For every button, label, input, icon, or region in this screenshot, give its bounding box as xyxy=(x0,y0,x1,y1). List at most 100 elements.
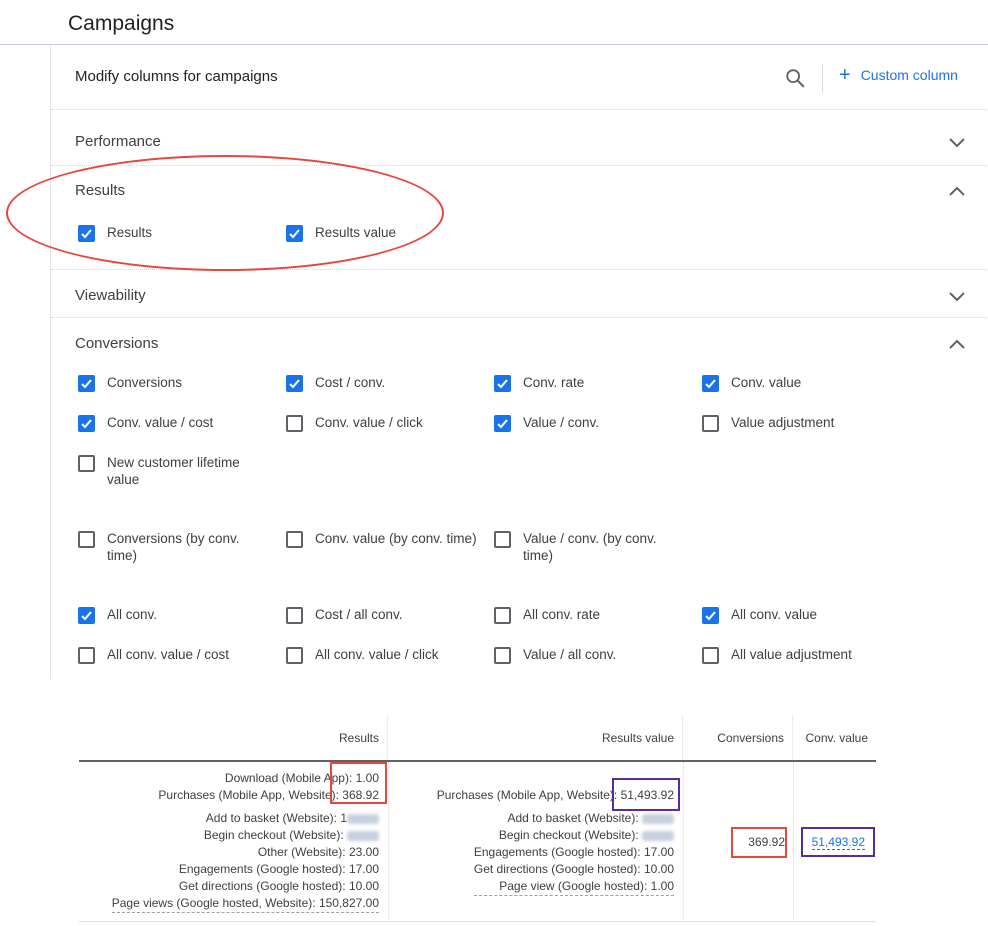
option-label: Conv. value (by conv. time) xyxy=(315,531,477,546)
checkbox-unchecked[interactable] xyxy=(286,415,303,432)
option-conversions-by-conv-time[interactable]: Conversions (by conv. time) xyxy=(78,530,257,564)
option-conv-value-by-conv-time[interactable]: Conv. value (by conv. time) xyxy=(286,530,490,548)
breakdown-line: Add to basket (Website): 1 xyxy=(112,810,379,827)
option-label: Value / conv. (by conv. time) xyxy=(523,531,657,563)
breakdown-label: Purchases (Mobile App, Website): xyxy=(436,788,621,802)
breakdown-value: 23.00 xyxy=(348,845,379,859)
option-all-conv-value[interactable]: All conv. value xyxy=(702,606,817,624)
results-value-cell: Purchases (Mobile App, Website): 51,493.… xyxy=(388,787,674,896)
page-title: Campaigns xyxy=(68,12,175,35)
option-all-conv-rate[interactable]: All conv. rate xyxy=(494,606,600,624)
breakdown-label: Engagements (Google hosted): xyxy=(473,845,644,859)
breakdown-label: Begin checkout (Website): xyxy=(498,828,642,842)
breakdown-value: 51,493.92 xyxy=(620,788,674,802)
breakdown-label: Purchases (Mobile App, Website): xyxy=(158,788,343,802)
section-title-performance: Performance xyxy=(75,133,161,150)
checkbox-unchecked[interactable] xyxy=(286,607,303,624)
conversions-cell: 369.92 xyxy=(683,834,785,851)
section-viewability[interactable]: Viewability xyxy=(51,270,988,318)
column-header-results-value[interactable]: Results value xyxy=(388,716,683,760)
conv-value-cell[interactable]: 51,493.92 xyxy=(793,834,865,851)
breakdown-value: 1.00 xyxy=(355,771,379,785)
checkbox-checked[interactable] xyxy=(286,375,303,392)
option-label: Conversions (by conv. time) xyxy=(107,531,240,563)
option-cost-conv[interactable]: Cost / conv. xyxy=(286,374,385,392)
checkbox-unchecked[interactable] xyxy=(78,455,95,472)
option-label: All conv. value xyxy=(731,607,818,622)
breakdown-value: 368.92 xyxy=(342,788,379,802)
option-label: All conv. xyxy=(107,607,158,622)
checkbox-unchecked[interactable] xyxy=(494,607,511,624)
row-divider xyxy=(79,921,876,922)
breakdown-label: Page view (Google hosted): xyxy=(499,879,651,893)
redacted-value xyxy=(347,830,379,841)
checkbox-checked[interactable] xyxy=(702,375,719,392)
option-conv-value[interactable]: Conv. value xyxy=(702,374,801,392)
results-table: Results Results value Conversions Conv. … xyxy=(79,716,876,924)
option-conv-rate[interactable]: Conv. rate xyxy=(494,374,584,392)
checkbox-checked[interactable] xyxy=(78,415,95,432)
secondary-breakdown: Add to basket (Website): 1 Begin checkout… xyxy=(111,810,379,913)
option-value-conv-by-conv-time[interactable]: Value / conv. (by conv. time) xyxy=(494,530,683,564)
checkbox-checked[interactable] xyxy=(78,225,95,242)
checkbox-unchecked[interactable] xyxy=(494,531,511,548)
breakdown-value: 150,827.00 xyxy=(318,896,379,910)
chevron-down-icon[interactable] xyxy=(947,132,967,152)
option-conv-value-click[interactable]: Conv. value / click xyxy=(286,414,423,432)
chevron-down-icon[interactable] xyxy=(947,286,967,306)
breakdown-label: Engagements (Google hosted): xyxy=(178,862,349,876)
checkbox-unchecked[interactable] xyxy=(702,415,719,432)
checkbox-checked[interactable] xyxy=(78,607,95,624)
search-icon[interactable] xyxy=(784,67,806,89)
checkbox-checked[interactable] xyxy=(494,375,511,392)
breakdown-value: 1.00 xyxy=(650,879,674,893)
option-results[interactable]: Results xyxy=(78,224,152,242)
column-header-conv-value[interactable]: Conv. value xyxy=(793,716,876,760)
option-label: Value adjustment xyxy=(731,415,835,430)
option-conv-value-cost[interactable]: Conv. value / cost xyxy=(78,414,213,432)
checkbox-unchecked[interactable] xyxy=(78,531,95,548)
breakdown-value: 17.00 xyxy=(348,862,379,876)
plus-icon: + xyxy=(839,64,851,86)
breakdown-value: 17.00 xyxy=(643,845,674,859)
option-label: Cost / all conv. xyxy=(315,607,403,622)
option-cost-all-conv[interactable]: Cost / all conv. xyxy=(286,606,403,624)
custom-column-label: Custom column xyxy=(860,67,958,83)
breakdown-value: 10.00 xyxy=(348,879,379,893)
conversions-value: 369.92 xyxy=(748,835,785,849)
breakdown-line: Begin checkout (Website): xyxy=(112,827,379,844)
breakdown-line: Get directions (Google hosted): 10.00 xyxy=(112,878,379,895)
custom-column-button[interactable]: + Custom column xyxy=(839,64,958,86)
checkbox-checked[interactable] xyxy=(286,225,303,242)
option-label: Conv. value xyxy=(731,375,802,390)
header-divider xyxy=(822,64,823,92)
option-all-conv[interactable]: All conv. xyxy=(78,606,157,624)
option-label: Conv. rate xyxy=(523,375,585,390)
breakdown-line: Other (Website): 23.00 xyxy=(112,844,379,861)
section-performance[interactable]: Performance xyxy=(51,110,988,166)
option-label: All conv. rate xyxy=(523,607,601,622)
column-header-results[interactable]: Results xyxy=(79,716,388,760)
conv-value-link[interactable]: 51,493.92 xyxy=(811,835,865,850)
breakdown-line: Page view (Google hosted): 1.00 xyxy=(474,878,674,895)
checkbox-unchecked[interactable] xyxy=(286,531,303,548)
checkbox-checked[interactable] xyxy=(702,607,719,624)
breakdown-line: Purchases (Mobile App, Website): 51,493.… xyxy=(388,787,674,804)
checkbox-checked[interactable] xyxy=(78,375,95,392)
option-value-conv[interactable]: Value / conv. xyxy=(494,414,599,432)
option-results-value[interactable]: Results value xyxy=(286,224,396,242)
option-new-customer-lifetime-value[interactable]: New customer lifetime value xyxy=(78,454,257,488)
breakdown-line: Purchases (Mobile App, Website): 368.92 xyxy=(79,787,379,804)
checkbox-checked[interactable] xyxy=(494,415,511,432)
column-header-conversions[interactable]: Conversions xyxy=(683,716,793,760)
option-value-adjustment[interactable]: Value adjustment xyxy=(702,414,834,432)
redacted-value xyxy=(642,830,674,841)
redacted-value xyxy=(347,813,379,824)
breakdown-line: Begin checkout (Website): xyxy=(474,827,674,844)
option-label: Conversions xyxy=(107,375,183,390)
option-conversions[interactable]: Conversions xyxy=(78,374,182,392)
chevron-up-icon[interactable] xyxy=(947,181,967,201)
chevron-up-icon[interactable] xyxy=(947,334,967,354)
breakdown-line: Download (Mobile App): 1.00 xyxy=(79,770,379,787)
breakdown-label: Begin checkout (Website): xyxy=(203,828,347,842)
